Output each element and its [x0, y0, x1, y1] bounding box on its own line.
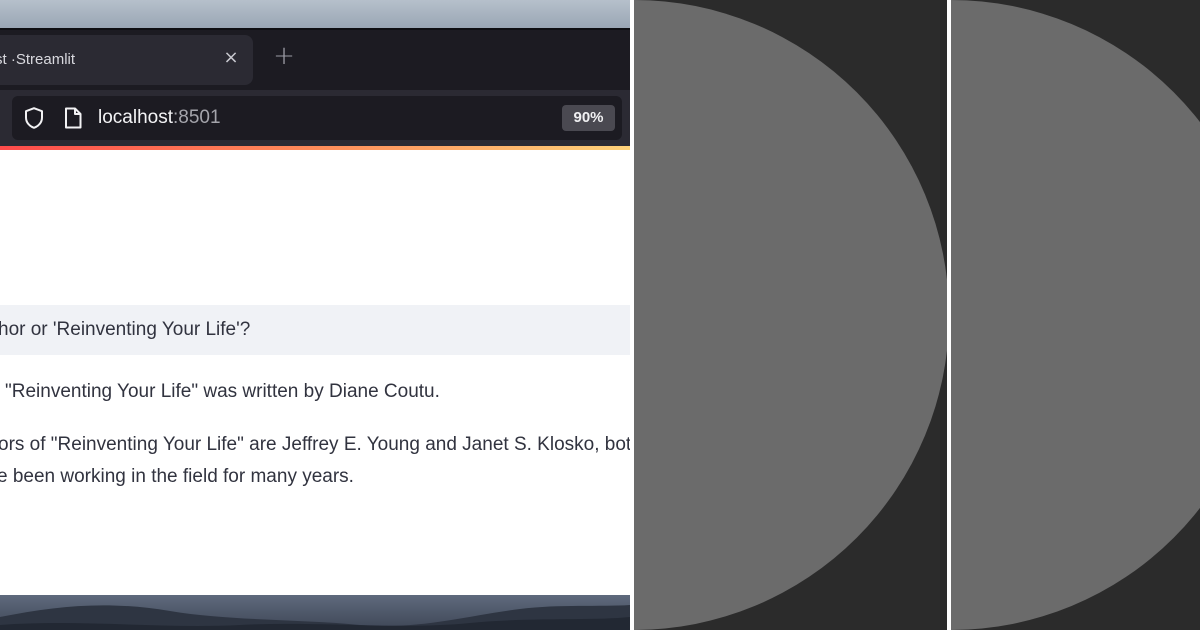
close-icon[interactable]: × [221, 48, 241, 68]
desktop-background-top [0, 0, 630, 28]
half-circle-panel-2 [951, 0, 1200, 630]
chat-question-block: hor or 'Reinventing Your Life'? [0, 305, 630, 355]
address-bar[interactable]: localhost:8501 90% [12, 96, 622, 140]
url-host: localhost [98, 107, 173, 128]
answer-line-1: "Reinventing Your Life" was written by D… [5, 381, 440, 402]
zoom-level-badge[interactable]: 90% [562, 105, 615, 131]
tab-bar: st · Streamlit × + [0, 28, 630, 90]
shield-icon[interactable] [22, 106, 46, 130]
url-text: localhost:8501 [98, 106, 221, 130]
page-icon[interactable] [62, 106, 84, 130]
half-circle-graphic-2 [951, 0, 1200, 630]
url-port: :8501 [173, 107, 221, 128]
navigation-toolbar: localhost:8501 90% [0, 90, 630, 146]
tab-title-prefix: st · [0, 51, 16, 68]
browser-tab-streamlit[interactable]: st · Streamlit × [0, 35, 253, 85]
half-circle-graphic-1 [634, 0, 947, 630]
browser-screenshot: st · Streamlit × + localhost:8501 90% ho… [0, 0, 630, 630]
question-text: hor or 'Reinventing Your Life'? [0, 319, 251, 340]
tab-title: st · Streamlit [0, 51, 75, 68]
mountain-silhouette [0, 605, 630, 630]
tab-title-app: Streamlit [15, 51, 76, 68]
answer-line-2: ors of "Reinventing Your Life" are Jeffr… [0, 434, 630, 455]
desktop-background-bottom [0, 595, 630, 630]
plus-icon[interactable]: + [271, 43, 297, 70]
half-circle-panel-1 [634, 0, 947, 630]
answer-line-3: e been working in the field for many yea… [0, 466, 354, 487]
streamlit-page: hor or 'Reinventing Your Life'? "Reinven… [0, 150, 630, 595]
